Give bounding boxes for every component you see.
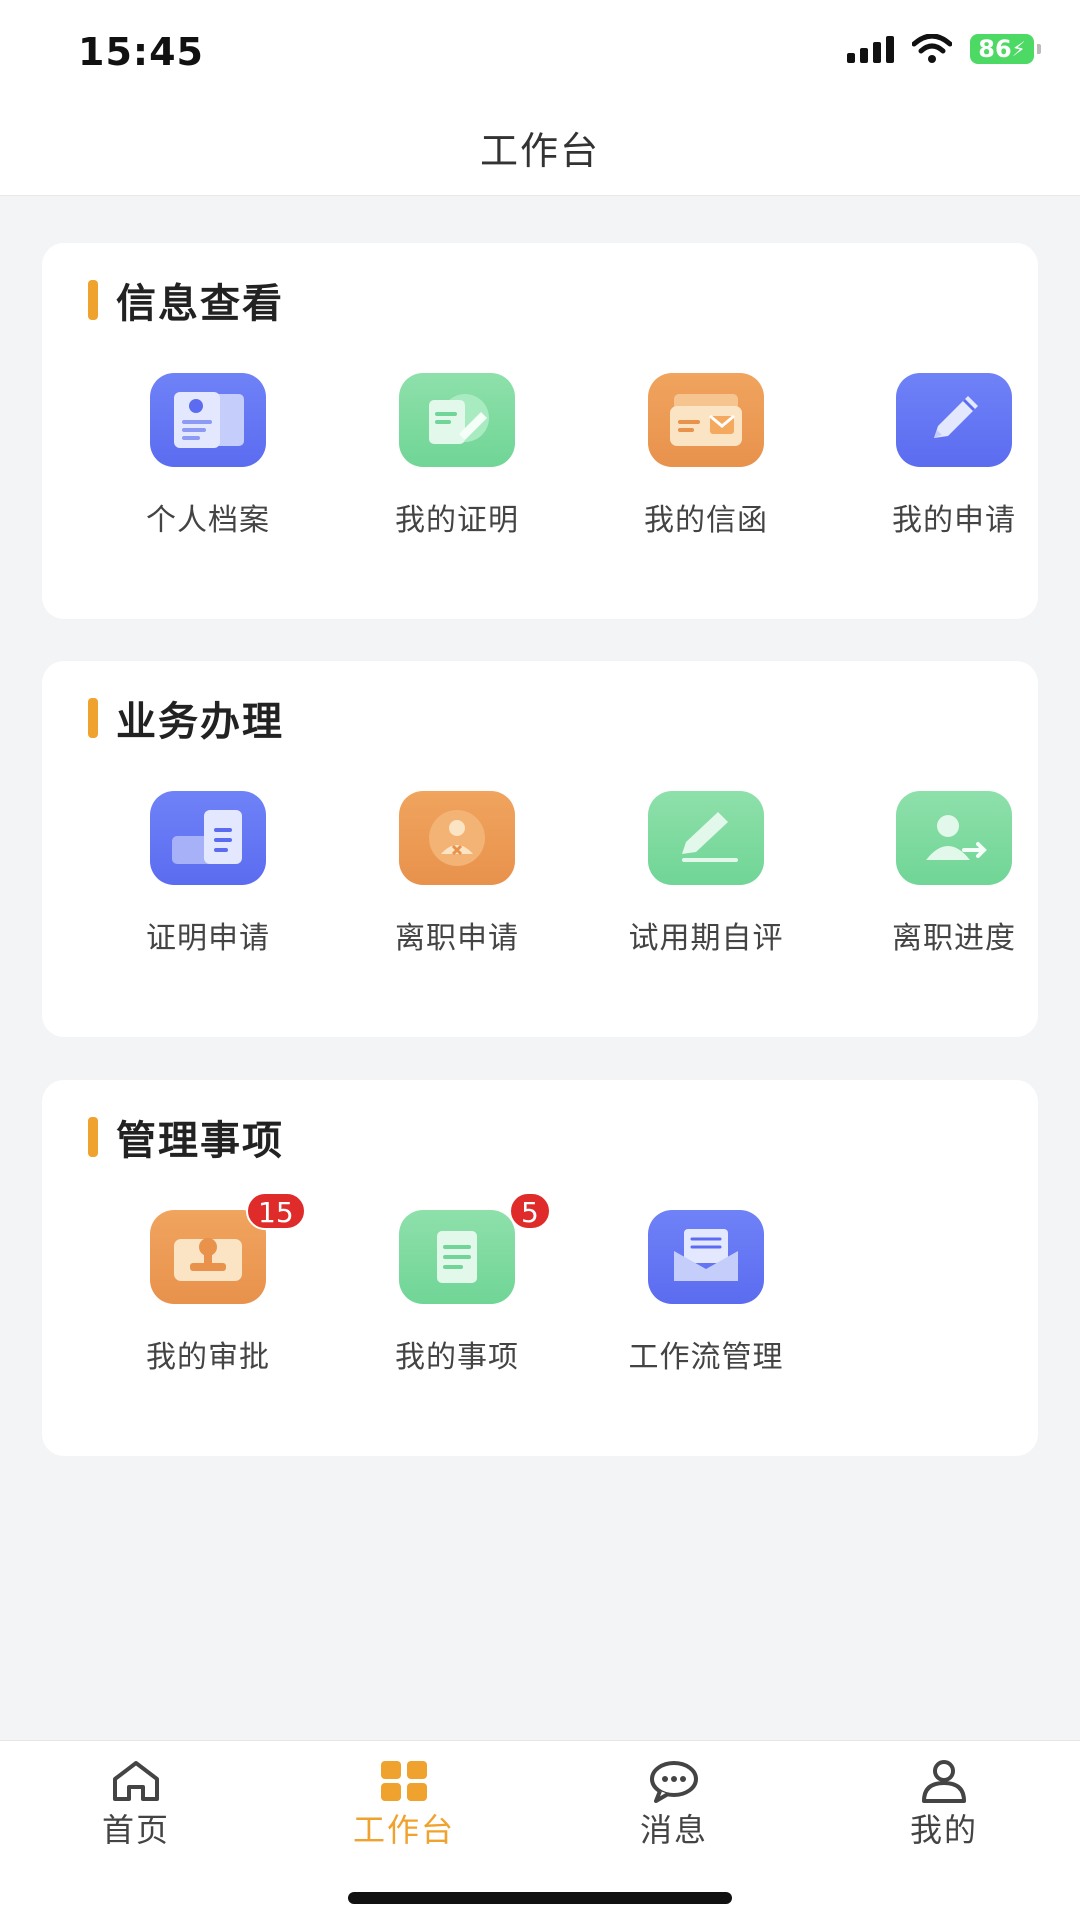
tab-home[interactable]: 首页	[36, 1757, 236, 1867]
stamp-icon	[150, 1210, 266, 1304]
section-title: 管理事项	[116, 1118, 284, 1164]
certificate-edit-icon	[399, 373, 515, 467]
tile-certificate-request[interactable]: 证明申请	[118, 791, 298, 991]
mail-open-icon	[648, 1210, 764, 1304]
pencil-icon	[896, 373, 1012, 467]
tile-my-certificates[interactable]: 我的证明	[367, 373, 547, 573]
tile-my-applications[interactable]: 我的申请	[864, 373, 1044, 573]
tile-resignation-progress[interactable]: 离职进度	[864, 791, 1044, 991]
section-info-view: 信息查看 个人档案 我的证明 我的信函 我的申请	[42, 243, 1038, 619]
tile-my-items[interactable]: 5 我的事项	[367, 1192, 551, 1410]
pen-write-icon	[648, 791, 764, 885]
section-accent-bar	[88, 1117, 98, 1157]
battery-indicator: 86 ⚡	[970, 34, 1041, 64]
person-remove-icon	[399, 791, 515, 885]
personal-file-icon	[150, 373, 266, 467]
section-accent-bar	[88, 698, 98, 738]
tile-label: 我的信函	[644, 503, 768, 538]
person-arrow-icon	[896, 791, 1012, 885]
tab-workbench[interactable]: 工作台	[304, 1757, 504, 1867]
tile-label: 离职申请	[395, 921, 519, 956]
tile-probation-review[interactable]: 试用期自评	[616, 791, 796, 991]
tab-label: 首页	[101, 1811, 170, 1849]
tile-label: 个人档案	[146, 503, 270, 538]
tab-profile[interactable]: 我的	[844, 1757, 1044, 1867]
tile-label: 我的事项	[395, 1340, 519, 1375]
tab-messages[interactable]: 消息	[574, 1757, 774, 1867]
document-request-icon	[150, 791, 266, 885]
section-header: 管理事项	[88, 1108, 284, 1166]
tile-label: 我的证明	[395, 503, 519, 538]
tile-label: 我的审批	[146, 1340, 270, 1375]
tile-label: 我的申请	[892, 503, 1016, 538]
letter-tray-icon	[648, 373, 764, 467]
page-title: 工作台	[479, 129, 600, 173]
tile-personal-file[interactable]: 个人档案	[118, 373, 298, 573]
section-header: 信息查看	[88, 271, 284, 329]
home-indicator[interactable]	[348, 1892, 732, 1904]
tile-resignation-request[interactable]: 离职申请	[367, 791, 547, 991]
items-count-badge: 5	[509, 1192, 551, 1230]
status-indicators: 86 ⚡	[847, 34, 1041, 64]
tab-label: 工作台	[352, 1811, 455, 1849]
tile-workflow-management[interactable]: 工作流管理	[616, 1210, 796, 1410]
chat-bubble-icon	[650, 1761, 698, 1803]
tile-my-letters[interactable]: 我的信函	[616, 373, 796, 573]
tile-label: 离职进度	[892, 921, 1016, 956]
wifi-icon	[912, 34, 952, 63]
section-title: 信息查看	[116, 281, 284, 327]
navigation-bar: 工作台	[0, 100, 1080, 196]
approvals-count-badge: 15	[246, 1192, 306, 1230]
section-management: 管理事项 15 我的审批 5 我的事项 工作流管理	[42, 1080, 1038, 1456]
tile-my-approvals[interactable]: 15 我的审批	[118, 1192, 306, 1410]
status-time: 15:45	[78, 30, 204, 74]
battery-level: 86	[978, 35, 1012, 63]
home-icon	[113, 1761, 159, 1801]
status-bar: 15:45 86 ⚡	[0, 0, 1080, 100]
section-accent-bar	[88, 280, 98, 320]
grid-icon	[381, 1761, 427, 1801]
section-business: 业务办理 证明申请 离职申请 试用期自评 离职进度	[42, 661, 1038, 1037]
note-icon	[399, 1210, 515, 1304]
cellular-signal-icon	[847, 35, 894, 63]
tile-label: 证明申请	[146, 921, 270, 956]
tab-label: 我的	[909, 1811, 978, 1849]
tab-label: 消息	[639, 1811, 708, 1849]
section-title: 业务办理	[116, 699, 284, 745]
person-icon	[922, 1760, 966, 1803]
tile-label: 试用期自评	[628, 921, 784, 956]
tile-label: 工作流管理	[628, 1340, 784, 1375]
section-header: 业务办理	[88, 689, 284, 747]
